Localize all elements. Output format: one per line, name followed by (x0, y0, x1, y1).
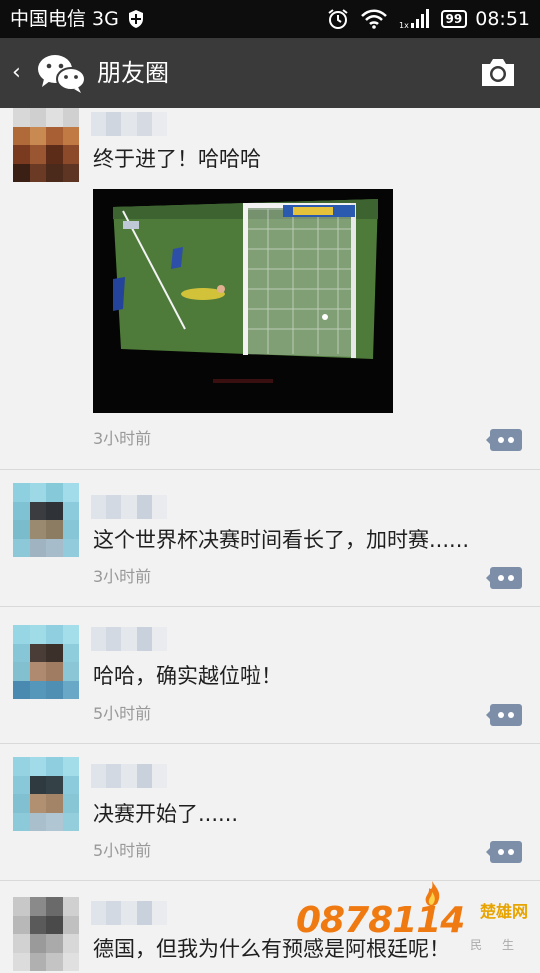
clock: 08:51 (475, 8, 530, 30)
site-watermark: 0878114 楚雄网 民 生 (296, 880, 528, 956)
avatar[interactable] (13, 625, 79, 699)
title-bar: ‹ 朋友圈 (0, 38, 540, 108)
post-text: 这个世界杯决赛时间看长了，加时赛...... (93, 528, 470, 552)
post-text: 终于进了！哈哈哈 (93, 147, 261, 171)
username[interactable] (91, 764, 167, 788)
wifi-icon (360, 9, 387, 29)
page-title: 朋友圈 (97, 59, 169, 87)
feed-post: 哈哈，确实越位啦！ 5小时前 (0, 607, 540, 744)
username[interactable] (91, 901, 167, 925)
carrier-label: 中国电信 3G (10, 8, 119, 30)
watermark-brand: 楚雄网 (479, 902, 528, 921)
moments-feed: 终于进了！哈哈哈 3小时前 这个世界杯决赛时间看长了，加时赛...... 3小时… (0, 108, 540, 973)
comment-button[interactable] (486, 567, 522, 589)
username[interactable] (91, 627, 167, 651)
comment-button[interactable] (486, 429, 522, 451)
feed-post: 这个世界杯决赛时间看长了，加时赛...... 3小时前 (0, 470, 540, 607)
post-timestamp: 3小时前 (93, 567, 152, 586)
alarm-icon (327, 9, 348, 29)
username[interactable] (91, 112, 167, 136)
post-text: 决赛开始了...... (93, 802, 239, 826)
avatar[interactable] (13, 108, 79, 182)
status-bar: 中国电信 3G 1x 99 08:51 (0, 0, 540, 38)
comment-button[interactable] (486, 841, 522, 863)
tv-screen-image (93, 189, 393, 413)
camera-icon[interactable] (480, 56, 516, 88)
watermark-subtext: 民 生 (470, 938, 522, 952)
feed-post: 终于进了！哈哈哈 3小时前 (0, 108, 540, 470)
wechat-logo-icon[interactable] (36, 52, 86, 94)
battery-icon: 99 (440, 10, 468, 28)
post-timestamp: 3小时前 (93, 429, 152, 448)
post-timestamp: 5小时前 (93, 841, 152, 860)
signal-icon: 1x (399, 9, 429, 30)
watermark-number: 0878114 (296, 900, 465, 941)
avatar[interactable] (13, 757, 79, 831)
svg-text:1x: 1x (399, 21, 409, 30)
back-icon[interactable]: ‹ (12, 60, 21, 86)
post-text: 哈哈，确实越位啦！ (93, 664, 282, 688)
avatar[interactable] (13, 483, 79, 557)
post-timestamp: 5小时前 (93, 704, 152, 723)
shield-icon (128, 10, 143, 28)
username[interactable] (91, 495, 167, 519)
comment-button[interactable] (486, 704, 522, 726)
post-photo[interactable] (93, 189, 393, 413)
feed-post: 决赛开始了...... 5小时前 (0, 744, 540, 881)
